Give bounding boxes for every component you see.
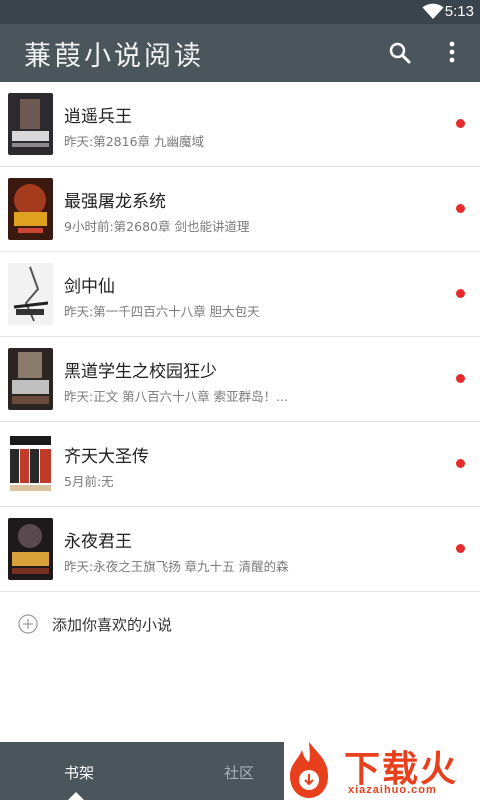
search-icon[interactable] bbox=[388, 41, 412, 65]
status-time: 5:13 bbox=[444, 3, 474, 20]
add-book-label: 添加你喜欢的小说 bbox=[52, 616, 173, 634]
book-title: 最强屠龙系统 bbox=[64, 192, 166, 212]
tab-bookshelf[interactable]: 书架 bbox=[64, 762, 94, 783]
book-latest-chapter: 昨天:第2816章 九幽魔域 bbox=[64, 134, 204, 149]
unread-dot bbox=[456, 544, 465, 553]
book-row[interactable]: 剑中仙 昨天:第一千四百六十八章 胆大包天 bbox=[0, 252, 480, 337]
book-row[interactable]: 黑道学生之校园狂少 昨天:正文 第八百六十八章 索亚群岛！... bbox=[0, 337, 480, 422]
wifi-icon bbox=[422, 3, 444, 19]
bookshelf-list: 逍遥兵王 昨天:第2816章 九幽魔域 最强屠龙系统 9小时前:第2680章 剑… bbox=[0, 82, 480, 592]
book-row[interactable]: 最强屠龙系统 9小时前:第2680章 剑也能讲道理 bbox=[0, 167, 480, 252]
book-cover bbox=[8, 178, 53, 240]
book-cover bbox=[8, 518, 53, 580]
book-cover bbox=[8, 433, 53, 495]
watermark: 下载火 xiazaihuo.com bbox=[284, 738, 480, 800]
unread-dot bbox=[456, 459, 465, 468]
app-bar: 蒹葭小说阅读 bbox=[0, 24, 480, 82]
app-title: 蒹葭小说阅读 bbox=[24, 41, 204, 72]
unread-dot bbox=[456, 374, 465, 383]
book-title: 齐天大圣传 bbox=[64, 447, 149, 467]
book-latest-chapter: 9小时前:第2680章 剑也能讲道理 bbox=[64, 219, 250, 234]
book-latest-chapter: 5月前:无 bbox=[64, 474, 114, 489]
book-latest-chapter: 昨天:正文 第八百六十八章 索亚群岛！... bbox=[64, 389, 289, 404]
book-cover bbox=[8, 348, 53, 410]
book-row[interactable]: 齐天大圣传 5月前:无 bbox=[0, 422, 480, 507]
watermark-site: xiazaihuo.com bbox=[348, 784, 437, 796]
book-latest-chapter: 昨天:第一千四百六十八章 胆大包天 bbox=[64, 304, 260, 319]
flame-logo-icon bbox=[290, 742, 328, 798]
book-row[interactable]: 逍遥兵王 昨天:第2816章 九幽魔域 bbox=[0, 82, 480, 167]
book-row[interactable]: 永夜君王 昨天:永夜之王旗飞扬 章九十五 清醒的森 bbox=[0, 507, 480, 592]
book-title: 逍遥兵王 bbox=[64, 107, 132, 127]
book-latest-chapter: 昨天:永夜之王旗飞扬 章九十五 清醒的森 bbox=[64, 559, 289, 574]
add-book-row[interactable]: 添加你喜欢的小说 bbox=[0, 592, 480, 656]
book-cover bbox=[8, 93, 53, 155]
unread-dot bbox=[456, 119, 465, 128]
add-circle-icon bbox=[18, 614, 38, 634]
tab-community[interactable]: 社区 bbox=[224, 762, 254, 783]
book-title: 黑道学生之校园狂少 bbox=[64, 362, 217, 382]
active-tab-indicator bbox=[68, 792, 84, 800]
more-vert-icon[interactable] bbox=[442, 40, 462, 66]
status-bar: 5:13 bbox=[0, 0, 480, 24]
book-title: 剑中仙 bbox=[64, 277, 115, 297]
unread-dot bbox=[456, 289, 465, 298]
unread-dot bbox=[456, 204, 465, 213]
book-title: 永夜君王 bbox=[64, 532, 132, 552]
book-cover bbox=[8, 263, 53, 325]
